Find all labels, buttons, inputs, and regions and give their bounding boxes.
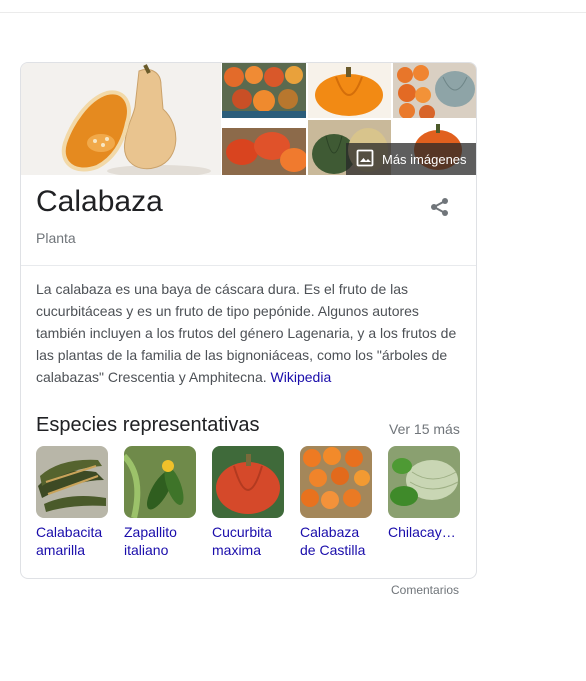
gallery-image[interactable] — [222, 63, 306, 118]
gallery-image[interactable] — [308, 63, 391, 118]
divider — [21, 265, 476, 266]
wikipedia-link[interactable]: Wikipedia — [271, 369, 332, 385]
gallery-image[interactable] — [393, 63, 476, 118]
species-image — [124, 446, 196, 518]
description-text: La calabaza es una baya de cáscara dura.… — [36, 281, 457, 385]
species-image — [36, 446, 108, 518]
description: La calabaza es una baya de cáscara dura.… — [36, 278, 464, 388]
species-item[interactable]: Calabaza de Castilla — [300, 446, 372, 559]
species-image — [212, 446, 284, 518]
species-name: Chilacay… — [388, 524, 456, 540]
top-divider — [0, 12, 586, 13]
gallery-image[interactable] — [222, 120, 306, 175]
more-images-button[interactable]: Más imágenes — [346, 143, 476, 175]
species-item[interactable]: Chilacay… — [388, 446, 460, 541]
image-icon — [356, 149, 374, 170]
species-image — [300, 446, 372, 518]
panel-subtitle: Planta — [36, 230, 76, 246]
species-image — [388, 446, 460, 518]
species-item[interactable]: Cucurbita maxima — [212, 446, 284, 559]
species-item[interactable]: Zapallito italiano — [124, 446, 196, 559]
knowledge-panel: Más imágenes Calabaza Planta La calabaza… — [20, 62, 477, 579]
section-title: Especies representativas — [36, 414, 260, 436]
share-icon[interactable] — [428, 195, 452, 219]
see-more-link[interactable]: Ver 15 más — [389, 421, 460, 437]
species-name: Cucurbita maxima — [212, 524, 272, 558]
panel-title: Calabaza — [36, 185, 163, 218]
main-image[interactable] — [21, 63, 221, 175]
feedback-link[interactable]: Comentarios — [391, 583, 459, 597]
more-images-label: Más imágenes — [382, 151, 467, 167]
species-item[interactable]: Calabacita amarilla — [36, 446, 108, 559]
species-name: Calabaza de Castilla — [300, 524, 366, 558]
species-name: Zapallito italiano — [124, 524, 177, 558]
species-name: Calabacita amarilla — [36, 524, 103, 558]
